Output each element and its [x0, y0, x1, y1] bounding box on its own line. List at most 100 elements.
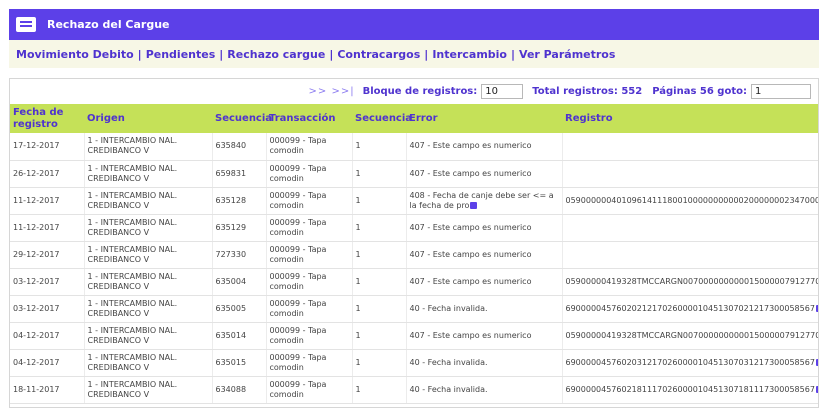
- cell-transaccion: 000099 - Tapa comodin: [266, 160, 353, 188]
- cell-error: 40 - Fecha invalida.: [406, 349, 563, 377]
- block-size-input[interactable]: [481, 84, 524, 99]
- table-row[interactable]: 11-12-2017 1 - INTERCAMBIO NAL. CREDIBANC…: [10, 187, 818, 215]
- cell-error: 407 - Este campo es numerico: [406, 214, 563, 242]
- nav-bar: Movimiento Debito | Pendientes | Rechazo…: [9, 40, 819, 68]
- cell-transaccion: 000099 - Tapa comodin: [266, 214, 353, 242]
- registro-text: 6900000457602021217026000010451307021217…: [565, 303, 815, 313]
- cell-origen: 1 - INTERCAMBIO NAL. CREDIBANCO V: [84, 295, 213, 323]
- cell-registro: 6900000457602031217026000010451307031217…: [562, 349, 818, 377]
- table-row[interactable]: 03-12-2017 1 - INTERCAMBIO NAL. CREDIBANC…: [10, 268, 819, 296]
- cell-secuencia-2: 1: [352, 160, 407, 188]
- col-origen[interactable]: Origen: [84, 104, 212, 133]
- table-row[interactable]: 04-12-2017 1 - INTERCAMBIO NAL. CREDIBANC…: [10, 322, 819, 350]
- cell-secuencia-2: 1: [352, 133, 407, 161]
- col-transaccion[interactable]: Transacción: [266, 104, 352, 133]
- nav-ver-parametros[interactable]: Ver Parámetros: [519, 48, 615, 61]
- cell-registro: [562, 214, 818, 242]
- cell-registro: 6900000457602021217026000010451307021217…: [562, 295, 818, 323]
- pages-goto-label: Páginas 56 goto:: [652, 86, 747, 97]
- cell-secuencia: 727330: [212, 241, 267, 269]
- pager-next-last-links[interactable]: >> >>|: [309, 86, 355, 97]
- expand-more-icon[interactable]: [815, 385, 818, 393]
- nav-separator: |: [511, 47, 516, 61]
- cell-secuencia-2: 1: [352, 376, 407, 404]
- goto-page-input[interactable]: [751, 84, 811, 99]
- cell-fecha: 03-12-2017: [10, 268, 85, 296]
- expand-more-icon[interactable]: [815, 304, 818, 312]
- nav-separator: |: [137, 47, 142, 61]
- cell-origen: 1 - INTERCAMBIO NAL. CREDIBANCO V: [84, 160, 213, 188]
- nav-separator: |: [219, 47, 224, 61]
- title-bar: Rechazo del Cargue: [9, 9, 819, 40]
- expand-more-icon[interactable]: [815, 358, 818, 366]
- table-row[interactable]: 26-12-2017 1 - INTERCAMBIO NAL. CREDIBANC…: [10, 160, 818, 188]
- cell-secuencia: 635004: [212, 268, 267, 296]
- cell-transaccion: 000099 - Tapa comodin: [266, 295, 353, 323]
- cell-fecha: 17-12-2017: [10, 133, 85, 161]
- table-row[interactable]: 18-11-2017 1 - INTERCAMBIO NAL. CREDIBANC…: [10, 376, 818, 404]
- cell-secuencia: 659831: [212, 160, 267, 188]
- nav-intercambio[interactable]: Intercambio: [432, 48, 507, 61]
- cell-origen: 1 - INTERCAMBIO NAL. CREDIBANCO V: [84, 214, 213, 242]
- table-row[interactable]: 04-12-2017 1 - INTERCAMBIO NAL. CREDIBANC…: [10, 349, 818, 377]
- cell-registro: 05900000419328TMCCARGN007000000000015000…: [562, 268, 819, 296]
- col-secuencia[interactable]: Secuencia: [212, 104, 272, 133]
- cell-error: 40 - Fecha invalida.: [406, 295, 563, 323]
- cell-registro: 05900000419328TMCCARGN007000000000015000…: [562, 322, 819, 350]
- cell-secuencia-2: 1: [352, 349, 407, 377]
- block-size-label: Bloque de registros:: [362, 86, 478, 97]
- cell-registro: [562, 133, 818, 161]
- cell-secuencia: 635015: [212, 349, 267, 377]
- cell-fecha: 04-12-2017: [10, 322, 85, 350]
- nav-pendientes[interactable]: Pendientes: [146, 48, 216, 61]
- table-row[interactable]: 03-12-2017 1 - INTERCAMBIO NAL. CREDIBANC…: [10, 295, 818, 323]
- cell-error: 407 - Este campo es numerico: [406, 268, 563, 296]
- window-icon: [16, 17, 36, 32]
- cell-secuencia: 634088: [212, 376, 267, 404]
- cell-error: 40 - Fecha invalida.: [406, 376, 563, 404]
- cell-registro: 6900000457602181117026000010451307181117…: [562, 376, 818, 404]
- table-row[interactable]: 17-12-2017 1 - INTERCAMBIO NAL. CREDIBANC…: [10, 133, 818, 161]
- col-error[interactable]: Error: [406, 104, 562, 133]
- cell-origen: 1 - INTERCAMBIO NAL. CREDIBANCO V: [84, 349, 213, 377]
- nav-contracargos[interactable]: Contracargos: [337, 48, 420, 61]
- cell-error: 407 - Este campo es numerico: [406, 160, 563, 188]
- cell-registro: [562, 241, 818, 269]
- cell-transaccion: 000099 - Tapa comodin: [266, 349, 353, 377]
- cell-transaccion: 000099 - Tapa comodin: [266, 268, 353, 296]
- cell-fecha: 03-12-2017: [10, 295, 85, 323]
- cell-error: 407 - Este campo es numerico: [406, 133, 563, 161]
- nav-rechazo-cargue[interactable]: Rechazo cargue: [227, 48, 325, 61]
- cell-secuencia-2: 1: [352, 268, 407, 296]
- cell-secuencia: 635129: [212, 214, 267, 242]
- cell-origen: 1 - INTERCAMBIO NAL. CREDIBANCO V: [84, 187, 213, 215]
- nav-movimiento-debito[interactable]: Movimiento Debito: [16, 48, 134, 61]
- registro-text: 05900000419328TMCCARGN007000000000015000…: [565, 330, 819, 340]
- cell-fecha: 11-12-2017: [10, 187, 85, 215]
- cell-origen: 1 - INTERCAMBIO NAL. CREDIBANCO V: [84, 322, 213, 350]
- cell-secuencia: 635128: [212, 187, 267, 215]
- col-fecha-registro[interactable]: Fecha de registro: [10, 104, 84, 133]
- cell-fecha: 11-12-2017: [10, 214, 85, 242]
- col-secuencia-2[interactable]: Secuencia: [352, 104, 412, 133]
- cell-secuencia-2: 1: [352, 295, 407, 323]
- table-row[interactable]: 11-12-2017 1 - INTERCAMBIO NAL. CREDIBANC…: [10, 214, 818, 242]
- cell-origen: 1 - INTERCAMBIO NAL. CREDIBANCO V: [84, 268, 213, 296]
- pager: >> >>| Bloque de registros: Total regist…: [10, 79, 818, 104]
- cell-transaccion: 000099 - Tapa comodin: [266, 133, 353, 161]
- table-row[interactable]: 29-12-2017 1 - INTERCAMBIO NAL. CREDIBANC…: [10, 241, 818, 269]
- expand-more-icon[interactable]: [470, 201, 478, 209]
- cell-error: 407 - Este campo es numerico: [406, 241, 563, 269]
- registro-text: 05900000419328TMCCARGN007000000000015000…: [565, 276, 819, 286]
- cell-secuencia: 635840: [212, 133, 267, 161]
- registro-text: 6900000457602181117026000010451307181117…: [565, 384, 815, 394]
- cell-fecha: 26-12-2017: [10, 160, 85, 188]
- table-header-row: Fecha de registro Origen Secuencia Trans…: [10, 104, 818, 133]
- total-records-label: Total registros: 552: [532, 86, 643, 97]
- col-registro[interactable]: Registro: [562, 104, 818, 133]
- cell-secuencia: 635014: [212, 322, 267, 350]
- window-title: Rechazo del Cargue: [47, 18, 170, 31]
- cell-transaccion: 000099 - Tapa comodin: [266, 187, 353, 215]
- cell-secuencia-2: 1: [352, 241, 407, 269]
- nav-separator: |: [329, 47, 334, 61]
